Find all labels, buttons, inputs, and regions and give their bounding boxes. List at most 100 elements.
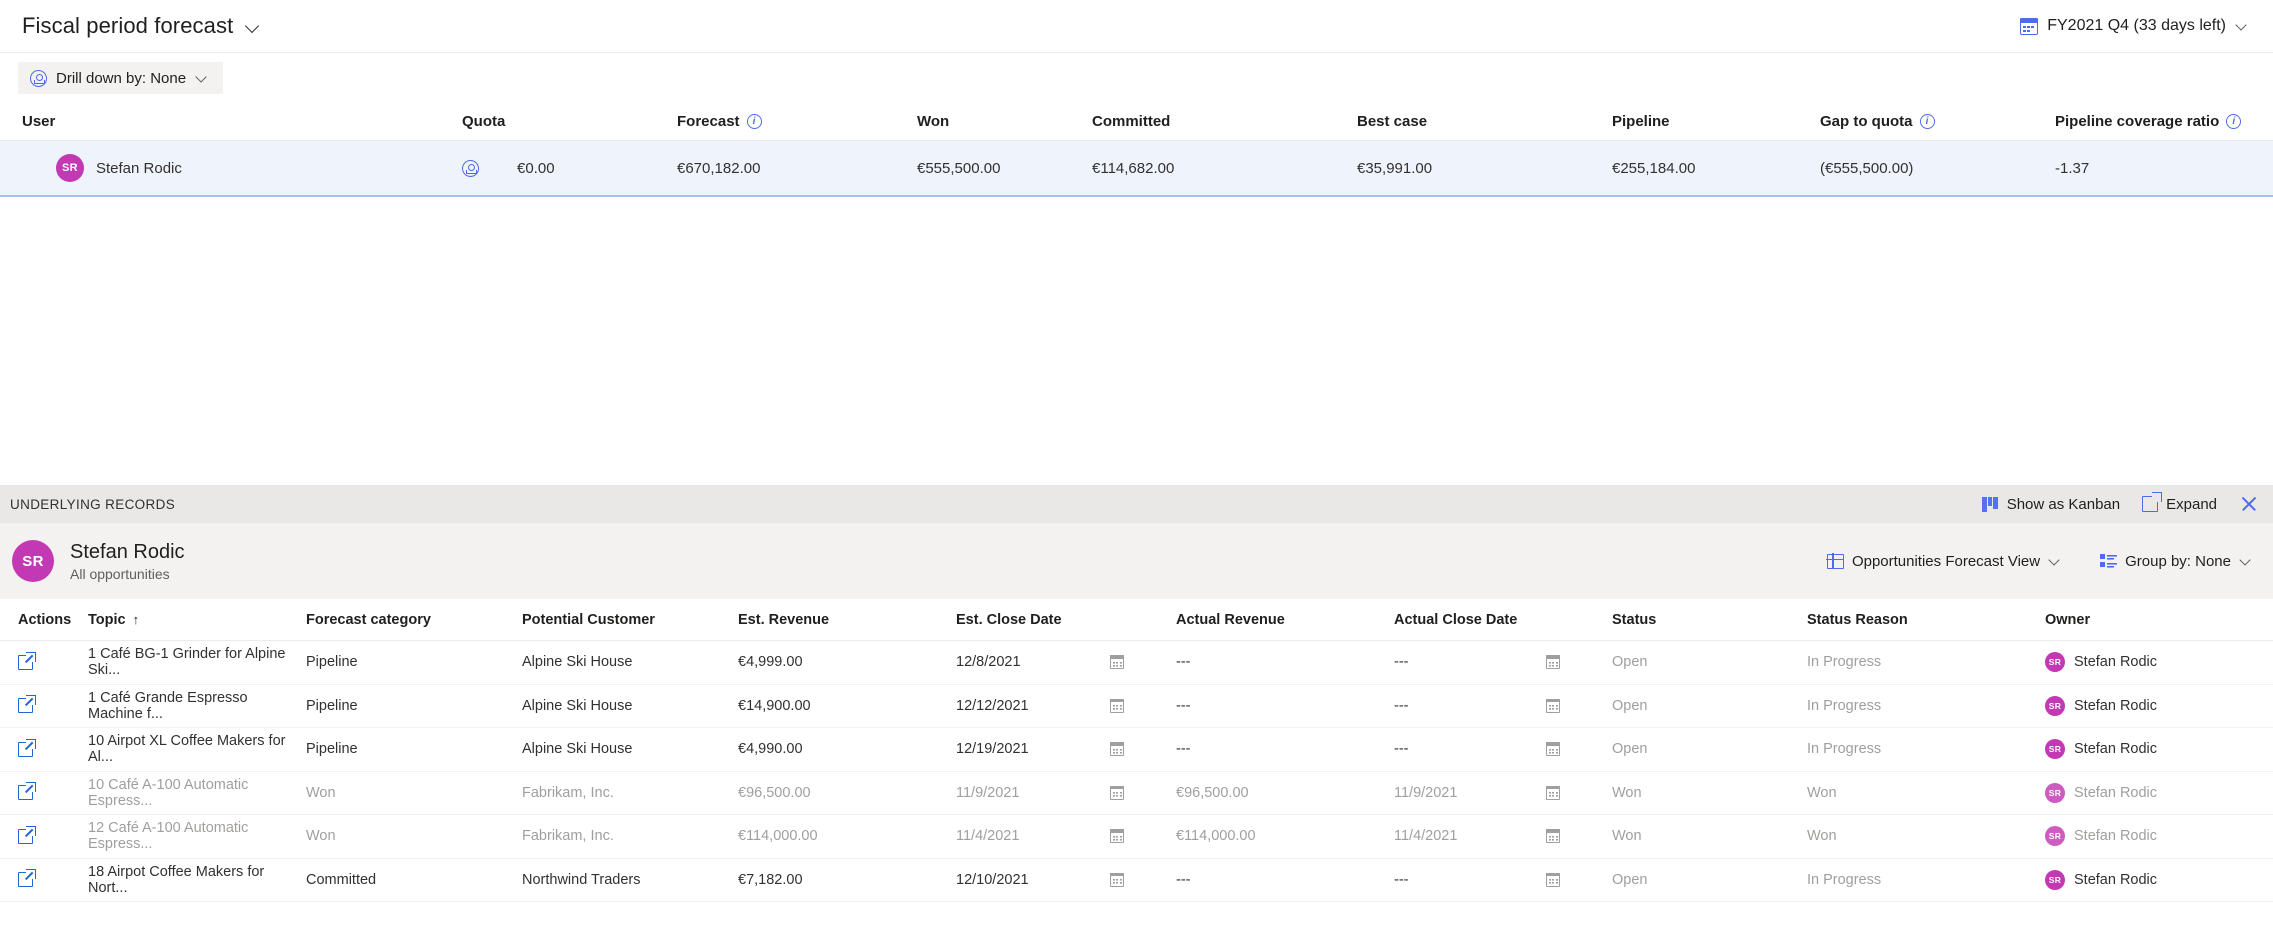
column-header-quota[interactable]: Quota <box>462 113 677 130</box>
column-header-est-close-date[interactable]: Est. Close Date <box>956 612 1176 628</box>
column-header-committed[interactable]: Committed <box>1092 113 1357 130</box>
cell-est-close-date: 11/4/2021 <box>956 828 1176 844</box>
cell-potential-customer[interactable]: Alpine Ski House <box>522 741 738 757</box>
column-header-est-revenue[interactable]: Est. Revenue <box>738 612 956 628</box>
column-header-pipeline-coverage-ratio[interactable]: Pipeline coverage ratio i <box>2055 113 2273 130</box>
open-record-icon[interactable] <box>18 651 36 670</box>
open-record-icon[interactable] <box>18 869 36 888</box>
chevron-down-icon[interactable] <box>245 18 261 34</box>
open-record-button[interactable] <box>0 782 88 801</box>
cell-owner[interactable]: SR Stefan Rodic <box>2045 869 2265 890</box>
show-as-kanban-button[interactable]: Show as Kanban <box>1981 496 2120 513</box>
table-row[interactable]: 10 Café A-100 Automatic Espress... Won Fab… <box>0 771 2273 815</box>
column-header-actual-close-date[interactable]: Actual Close Date <box>1394 612 1612 628</box>
table-row[interactable]: 1 Café BG-1 Grinder for Alpine Ski... Pip… <box>0 641 2273 685</box>
table-row[interactable]: 1 Café Grande Espresso Machine f... Pipel… <box>0 684 2273 728</box>
column-header-actual-revenue[interactable]: Actual Revenue <box>1176 612 1394 628</box>
cell-topic[interactable]: 12 Café A-100 Automatic Espress... <box>88 820 306 852</box>
open-record-icon[interactable] <box>18 695 36 714</box>
calendar-icon[interactable] <box>1110 829 1124 844</box>
cell-topic[interactable]: 10 Airpot XL Coffee Makers for Al... <box>88 733 306 765</box>
cell-actual-close-date: 11/4/2021 <box>1394 828 1612 844</box>
cell-topic[interactable]: 1 Café BG-1 Grinder for Alpine Ski... <box>88 646 306 678</box>
calendar-icon[interactable] <box>1546 785 1560 800</box>
cell-est-revenue: €4,999.00 <box>738 654 803 671</box>
column-header-forecast[interactable]: Forecast i <box>677 113 917 130</box>
table-row[interactable]: 10 Airpot XL Coffee Makers for Al... Pipe… <box>0 728 2273 772</box>
column-header-status-reason[interactable]: Status Reason <box>1807 612 2045 628</box>
chevron-down-icon[interactable] <box>2235 18 2251 34</box>
cell-owner[interactable]: SR Stefan Rodic <box>2045 652 2265 673</box>
calendar-icon <box>2020 17 2039 35</box>
calendar-icon[interactable] <box>1110 785 1124 800</box>
open-record-button[interactable] <box>0 825 88 844</box>
open-record-button[interactable] <box>0 869 88 888</box>
group-by-selector[interactable]: Group by: None <box>2100 553 2255 570</box>
calendar-icon[interactable] <box>1546 698 1560 713</box>
expand-button[interactable]: Expand <box>2142 492 2217 513</box>
column-header-pipeline[interactable]: Pipeline <box>1612 113 1820 130</box>
user-name: Stefan Rodic <box>96 159 182 177</box>
cell-potential-customer[interactable]: Fabrikam, Inc. <box>522 785 738 801</box>
info-icon[interactable]: i <box>2226 114 2242 129</box>
cell-owner[interactable]: SR Stefan Rodic <box>2045 739 2265 760</box>
kanban-icon <box>1981 496 1999 512</box>
column-header-owner[interactable]: Owner <box>2045 612 2265 628</box>
cell-owner[interactable]: SR Stefan Rodic <box>2045 782 2265 803</box>
records-view-controls: Opportunities Forecast View Group by: No… <box>1826 553 2255 570</box>
calendar-icon[interactable] <box>1110 742 1124 757</box>
cell-topic[interactable]: 10 Café A-100 Automatic Espress... <box>88 777 306 809</box>
fiscal-period-selector[interactable]: FY2021 Q4 (33 days left) <box>2020 17 2251 35</box>
forecast-row-pipeline-coverage-ratio: -1.37 <box>2055 159 2090 177</box>
drill-down-button[interactable]: Drill down by: None <box>18 62 224 94</box>
cell-potential-customer[interactable]: Alpine Ski House <box>522 654 738 670</box>
close-icon[interactable] <box>2239 494 2259 514</box>
calendar-icon[interactable] <box>1110 655 1124 670</box>
cell-topic[interactable]: 18 Airpot Coffee Makers for Nort... <box>88 864 306 896</box>
cell-owner[interactable]: SR Stefan Rodic <box>2045 826 2265 847</box>
column-header-gap-to-quota[interactable]: Gap to quota i <box>1820 113 2055 130</box>
column-header-potential-customer[interactable]: Potential Customer <box>522 612 738 628</box>
open-record-button[interactable] <box>0 695 88 714</box>
chevron-down-icon[interactable] <box>2048 553 2064 569</box>
cell-owner[interactable]: SR Stefan Rodic <box>2045 695 2265 716</box>
cell-est-revenue: €14,900.00 <box>738 697 811 714</box>
cell-actual-revenue: --- <box>1176 741 1191 758</box>
cell-actual-revenue: --- <box>1176 871 1191 888</box>
column-header-won[interactable]: Won <box>917 113 1092 130</box>
table-row[interactable]: 12 Café A-100 Automatic Espress... Won Fab… <box>0 815 2273 859</box>
calendar-icon[interactable] <box>1546 872 1560 887</box>
calendar-icon[interactable] <box>1110 698 1124 713</box>
column-header-topic[interactable]: Topic ↑ <box>88 612 306 628</box>
column-header-best-case[interactable]: Best case <box>1357 113 1612 130</box>
view-selector[interactable]: Opportunities Forecast View <box>1826 553 2064 570</box>
cell-topic[interactable]: 1 Café Grande Espresso Machine f... <box>88 690 306 722</box>
cell-potential-customer[interactable]: Northwind Traders <box>522 872 738 888</box>
column-header-forecast-category[interactable]: Forecast category <box>306 612 522 628</box>
drill-down-icon[interactable] <box>462 159 479 177</box>
calendar-icon[interactable] <box>1546 829 1560 844</box>
forecast-row-user[interactable]: SR Stefan Rodic <box>22 154 462 182</box>
info-icon[interactable]: i <box>746 114 762 129</box>
calendar-icon[interactable] <box>1546 655 1560 670</box>
cell-status: Won <box>1612 784 1642 801</box>
cell-potential-customer[interactable]: Alpine Ski House <box>522 698 738 714</box>
forecast-row[interactable]: SR Stefan Rodic €0.00 €670,182.00 €555,5… <box>0 141 2273 197</box>
info-icon[interactable]: i <box>1919 114 1935 129</box>
page-title-group[interactable]: Fiscal period forecast <box>22 13 261 39</box>
avatar: SR <box>56 154 84 182</box>
open-record-button[interactable] <box>0 651 88 670</box>
open-record-button[interactable] <box>0 738 88 757</box>
column-header-user[interactable]: User <box>22 113 462 130</box>
chevron-down-icon[interactable] <box>195 70 211 86</box>
calendar-icon[interactable] <box>1110 872 1124 887</box>
chevron-down-icon[interactable] <box>2239 553 2255 569</box>
table-row[interactable]: 18 Airpot Coffee Makers for Nort... Commi… <box>0 858 2273 902</box>
open-record-icon[interactable] <box>18 738 36 757</box>
column-header-status[interactable]: Status <box>1612 612 1807 628</box>
open-record-icon[interactable] <box>18 825 36 844</box>
cell-potential-customer[interactable]: Fabrikam, Inc. <box>522 828 738 844</box>
cell-status-reason: In Progress <box>1807 654 1882 671</box>
calendar-icon[interactable] <box>1546 742 1560 757</box>
open-record-icon[interactable] <box>18 782 36 801</box>
